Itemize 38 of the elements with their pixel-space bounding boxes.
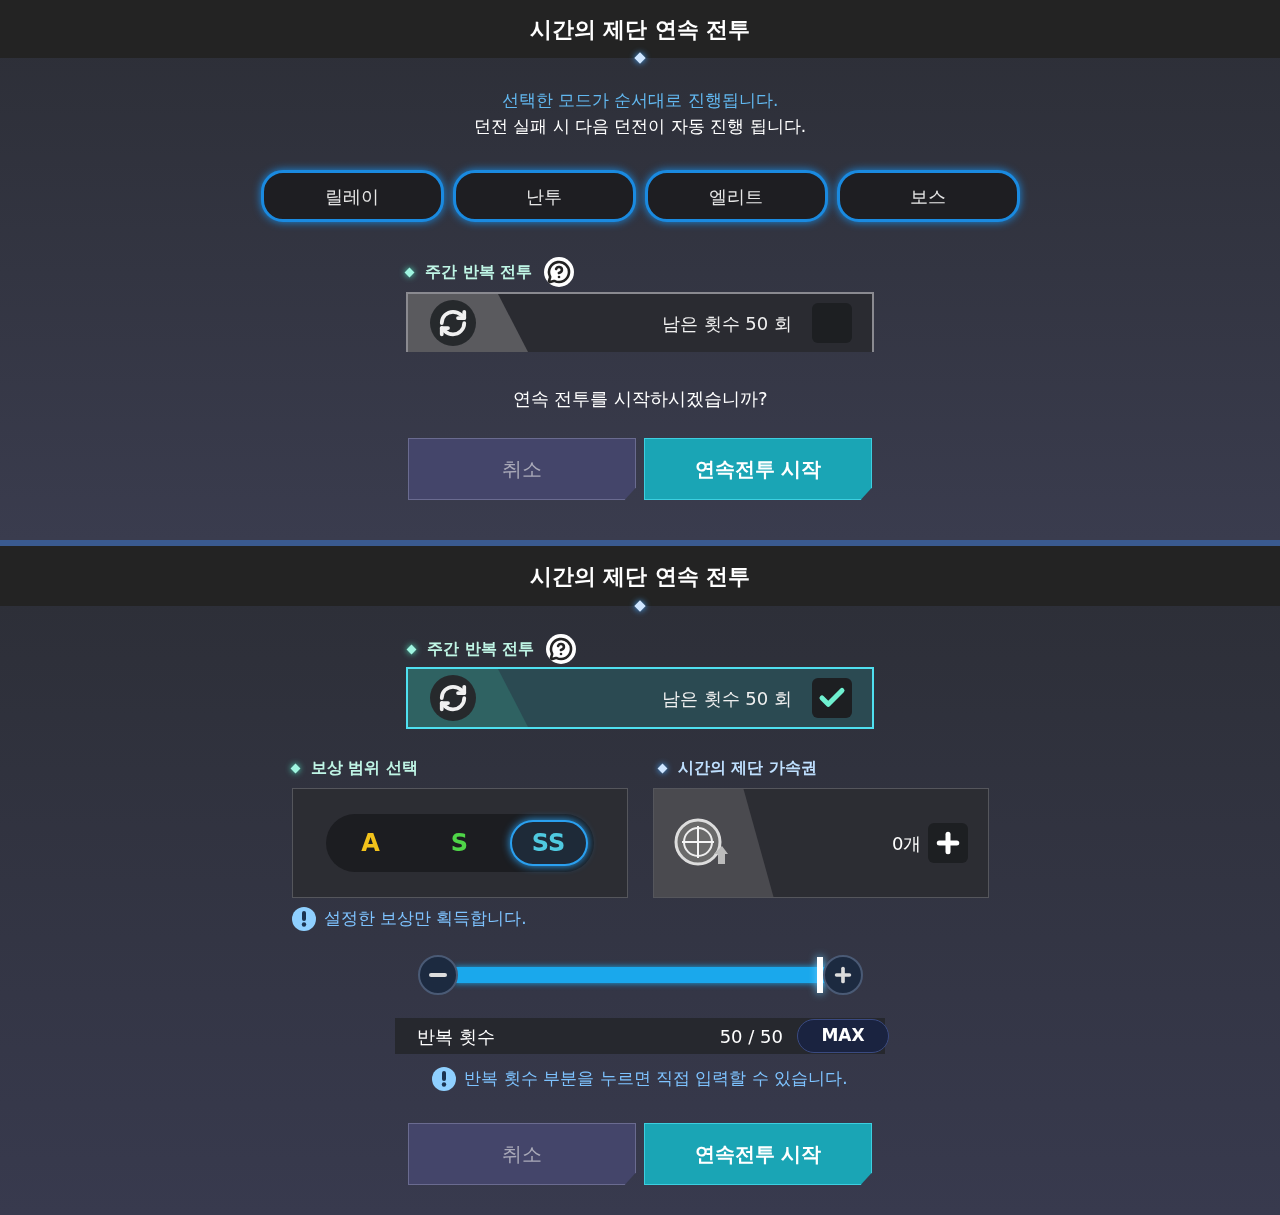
section-label: 시간의 제단 가속권 [677,757,817,779]
info-icon [432,1067,457,1091]
mode-button[interactable]: 보스 [836,170,1020,222]
weekly-repeat-option[interactable]: 남은 횟수 50 회 [406,667,874,729]
mode-button[interactable]: 릴레이 [260,170,444,222]
intro-text: 던전 실패 시 다음 던전이 자동 진행 됩니다. [473,115,807,138]
window-title: 시간의 제단 연속 전투 [529,562,751,591]
info-note: 반복 횟수 부분을 누르면 직접 입력할 수 있습니다. [464,1067,848,1091]
grade-option[interactable]: S [420,820,499,866]
slider-thumb[interactable] [816,957,823,993]
grade-option[interactable]: A [331,820,410,866]
confirm-question: 연속 전투를 시작하시겠습니까? [512,387,768,411]
help-icon[interactable] [546,634,577,664]
add-button[interactable] [927,823,968,863]
mode-button[interactable]: 엘리트 [644,170,828,222]
help-icon[interactable] [544,257,575,287]
section-label: 주간 반복 전투 [425,261,533,283]
mode-button[interactable]: 난투 [452,170,636,222]
plus-button[interactable] [822,955,863,995]
window-title: 시간의 제단 연속 전투 [529,15,751,44]
weekly-repeat-option[interactable]: 남은 횟수 50 회 [406,292,874,352]
info-icon [291,907,316,931]
cancel-button[interactable]: 취소 [408,1123,636,1185]
repeat-value: 50 / 50 [719,1024,783,1049]
cancel-button[interactable]: 취소 [408,438,636,500]
minus-button[interactable] [417,955,458,995]
remaining-count: 남은 횟수 50 회 [661,311,792,336]
ticket-count: 0개 [892,831,922,856]
max-button[interactable]: MAX [797,1019,889,1053]
intro-text: 선택한 모드가 순서대로 진행됩니다. [501,89,779,112]
section-label: 보상 범위 선택 [310,757,418,779]
info-note: 설정한 보상만 획득합니다. [323,907,527,931]
minus-icon [428,973,447,977]
repeat-label: 반복 횟수 [417,1024,495,1049]
grade-option[interactable]: SS [509,820,588,866]
remaining-count: 남은 횟수 50 회 [661,686,792,711]
checkbox[interactable] [812,678,852,718]
section-label: 주간 반복 전투 [427,638,535,660]
